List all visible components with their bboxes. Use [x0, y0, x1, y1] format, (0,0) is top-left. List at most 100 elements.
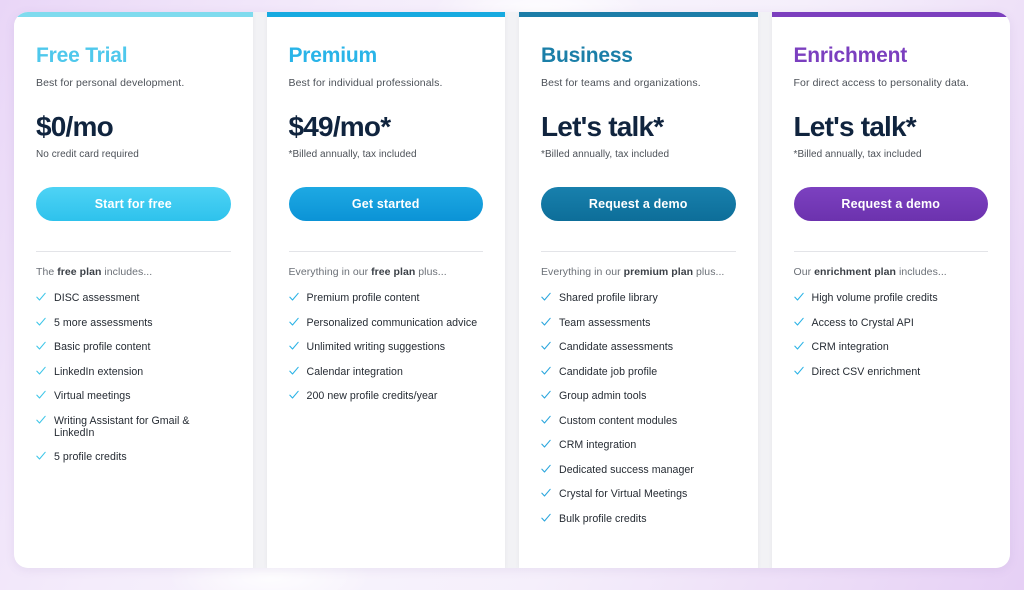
feature-label: 200 new profile credits/year — [306, 390, 438, 403]
feature-label: 5 more assessments — [54, 316, 153, 329]
check-icon — [541, 439, 551, 448]
plan-cta-button[interactable]: Request a demo — [793, 187, 988, 222]
check-icon — [288, 293, 299, 301]
feature-item: DISC assessment — [36, 292, 231, 304]
plan-tagline: Best for individual professionals. — [288, 77, 443, 89]
feature-label: Group admin tools — [559, 390, 647, 403]
feature-item: 200 new profile credits/year — [288, 390, 484, 403]
pricing-card: Free Trial Best for personal development.… — [14, 12, 253, 568]
feature-label: High volume profile credits — [811, 292, 938, 305]
check-icon — [36, 293, 46, 301]
feature-item: 5 profile credits — [36, 451, 231, 463]
card-divider — [36, 251, 231, 253]
plan-cta-button[interactable]: Request a demo — [541, 187, 736, 222]
feature-item: Bulk profile credits — [541, 513, 736, 525]
includes-prefix: Our — [793, 266, 815, 279]
includes-prefix: Everything in our — [541, 266, 624, 279]
plan-includes-label: Everything in our free plan plus... — [289, 266, 484, 278]
plan-price: $49/mo* — [288, 111, 392, 142]
feature-label: Team assessments — [559, 316, 651, 329]
check-icon — [793, 366, 804, 375]
feature-label: Unlimited writing suggestions — [306, 341, 446, 354]
check-icon — [541, 317, 551, 326]
plan-price: Let's talk* — [793, 111, 917, 142]
feature-item: Virtual meetings — [36, 390, 231, 402]
plan-tagline: Best for personal development. — [36, 77, 185, 89]
feature-item: High volume profile credits — [793, 292, 989, 305]
includes-suffix: plus... — [415, 266, 447, 279]
plan-cta-button[interactable]: Start for free — [36, 187, 231, 222]
feature-label: Personalized communication advice — [306, 316, 478, 329]
feature-item: Writing Assistant for Gmail & LinkedIn — [36, 415, 231, 439]
feature-label: Access to Crystal API — [811, 316, 914, 329]
feature-item: Access to Crystal API — [793, 316, 989, 329]
plan-tagline: For direct access to personality data. — [793, 77, 969, 89]
feature-label: Bulk profile credits — [559, 512, 647, 525]
card-accent-bar — [266, 12, 505, 17]
plan-price: Let's talk* — [541, 111, 664, 142]
feature-label: Candidate assessments — [559, 341, 674, 354]
feature-label: Basic profile content — [54, 341, 151, 354]
pricing-card: Enrichment For direct access to personali… — [771, 12, 1010, 568]
feature-label: Custom content modules — [559, 414, 678, 427]
check-icon — [288, 317, 299, 326]
card-accent-bar — [519, 12, 758, 17]
feature-item: Unlimited writing suggestions — [288, 341, 484, 354]
includes-plan-name: free plan — [57, 266, 102, 279]
feature-item: Shared profile library — [541, 292, 736, 304]
feature-item: Group admin tools — [541, 390, 736, 402]
feature-list: DISC assessment 5 more assessments Basic p… — [36, 292, 231, 475]
plan-price-note: *Billed annually, tax included — [288, 149, 417, 161]
plan-name: Business — [541, 44, 633, 67]
plan-price-note: No credit card required — [36, 149, 139, 161]
plan-includes-label: Everything in our premium plan plus... — [541, 266, 736, 278]
plan-name: Premium — [288, 44, 378, 67]
feature-item: Basic profile content — [36, 341, 231, 353]
includes-suffix: includes... — [101, 266, 153, 279]
pricing-panel: Free Trial Best for personal development.… — [14, 12, 1010, 568]
feature-item: 5 more assessments — [36, 317, 231, 329]
feature-item: Dedicated success manager — [541, 464, 736, 476]
feature-item: Direct CSV enrichment — [793, 366, 989, 378]
feature-item: Premium profile content — [288, 292, 484, 305]
check-icon — [793, 317, 804, 326]
plan-cta-button[interactable]: Get started — [288, 187, 483, 222]
feature-item: Calendar integration — [288, 365, 484, 378]
feature-label: LinkedIn extension — [54, 365, 144, 378]
feature-label: Dedicated success manager — [559, 463, 694, 476]
feature-label: Crystal for Virtual Meetings — [559, 488, 688, 501]
card-accent-bar — [14, 12, 253, 17]
plan-name: Free Trial — [36, 44, 128, 67]
plan-includes-label: Our enrichment plan includes... — [794, 266, 989, 278]
feature-item: CRM integration — [793, 341, 989, 353]
check-icon — [541, 391, 551, 399]
feature-item: CRM integration — [541, 439, 736, 451]
feature-list: Shared profile library Team assessments Ca… — [541, 292, 736, 537]
feature-item: Custom content modules — [541, 415, 736, 427]
feature-label: Premium profile content — [306, 292, 420, 305]
check-icon — [36, 317, 46, 326]
includes-plan-name: free plan — [371, 266, 416, 279]
card-divider — [288, 251, 483, 253]
includes-prefix: Everything in our — [288, 266, 372, 279]
feature-list: Premium profile content Personalized comm… — [288, 292, 484, 414]
feature-item: Personalized communication advice — [288, 316, 484, 329]
feature-label: Writing Assistant for Gmail & LinkedIn — [54, 414, 190, 439]
feature-label: Calendar integration — [306, 365, 403, 378]
check-icon — [793, 342, 804, 350]
plan-tagline: Best for teams and organizations. — [541, 77, 701, 89]
feature-item: Team assessments — [541, 317, 736, 329]
feature-label: Shared profile library — [559, 292, 658, 305]
pricing-card: Business Best for teams and organizations… — [519, 12, 758, 568]
check-icon — [288, 391, 299, 399]
check-icon — [288, 342, 299, 350]
card-divider — [541, 251, 736, 253]
feature-item: LinkedIn extension — [36, 366, 231, 378]
check-icon — [288, 366, 299, 375]
plan-price-note: *Billed annually, tax included — [793, 149, 922, 161]
feature-label: DISC assessment — [54, 292, 140, 305]
feature-item: Candidate assessments — [541, 341, 736, 353]
check-icon — [36, 391, 46, 399]
includes-prefix: The — [36, 266, 58, 279]
feature-label: CRM integration — [559, 439, 637, 452]
